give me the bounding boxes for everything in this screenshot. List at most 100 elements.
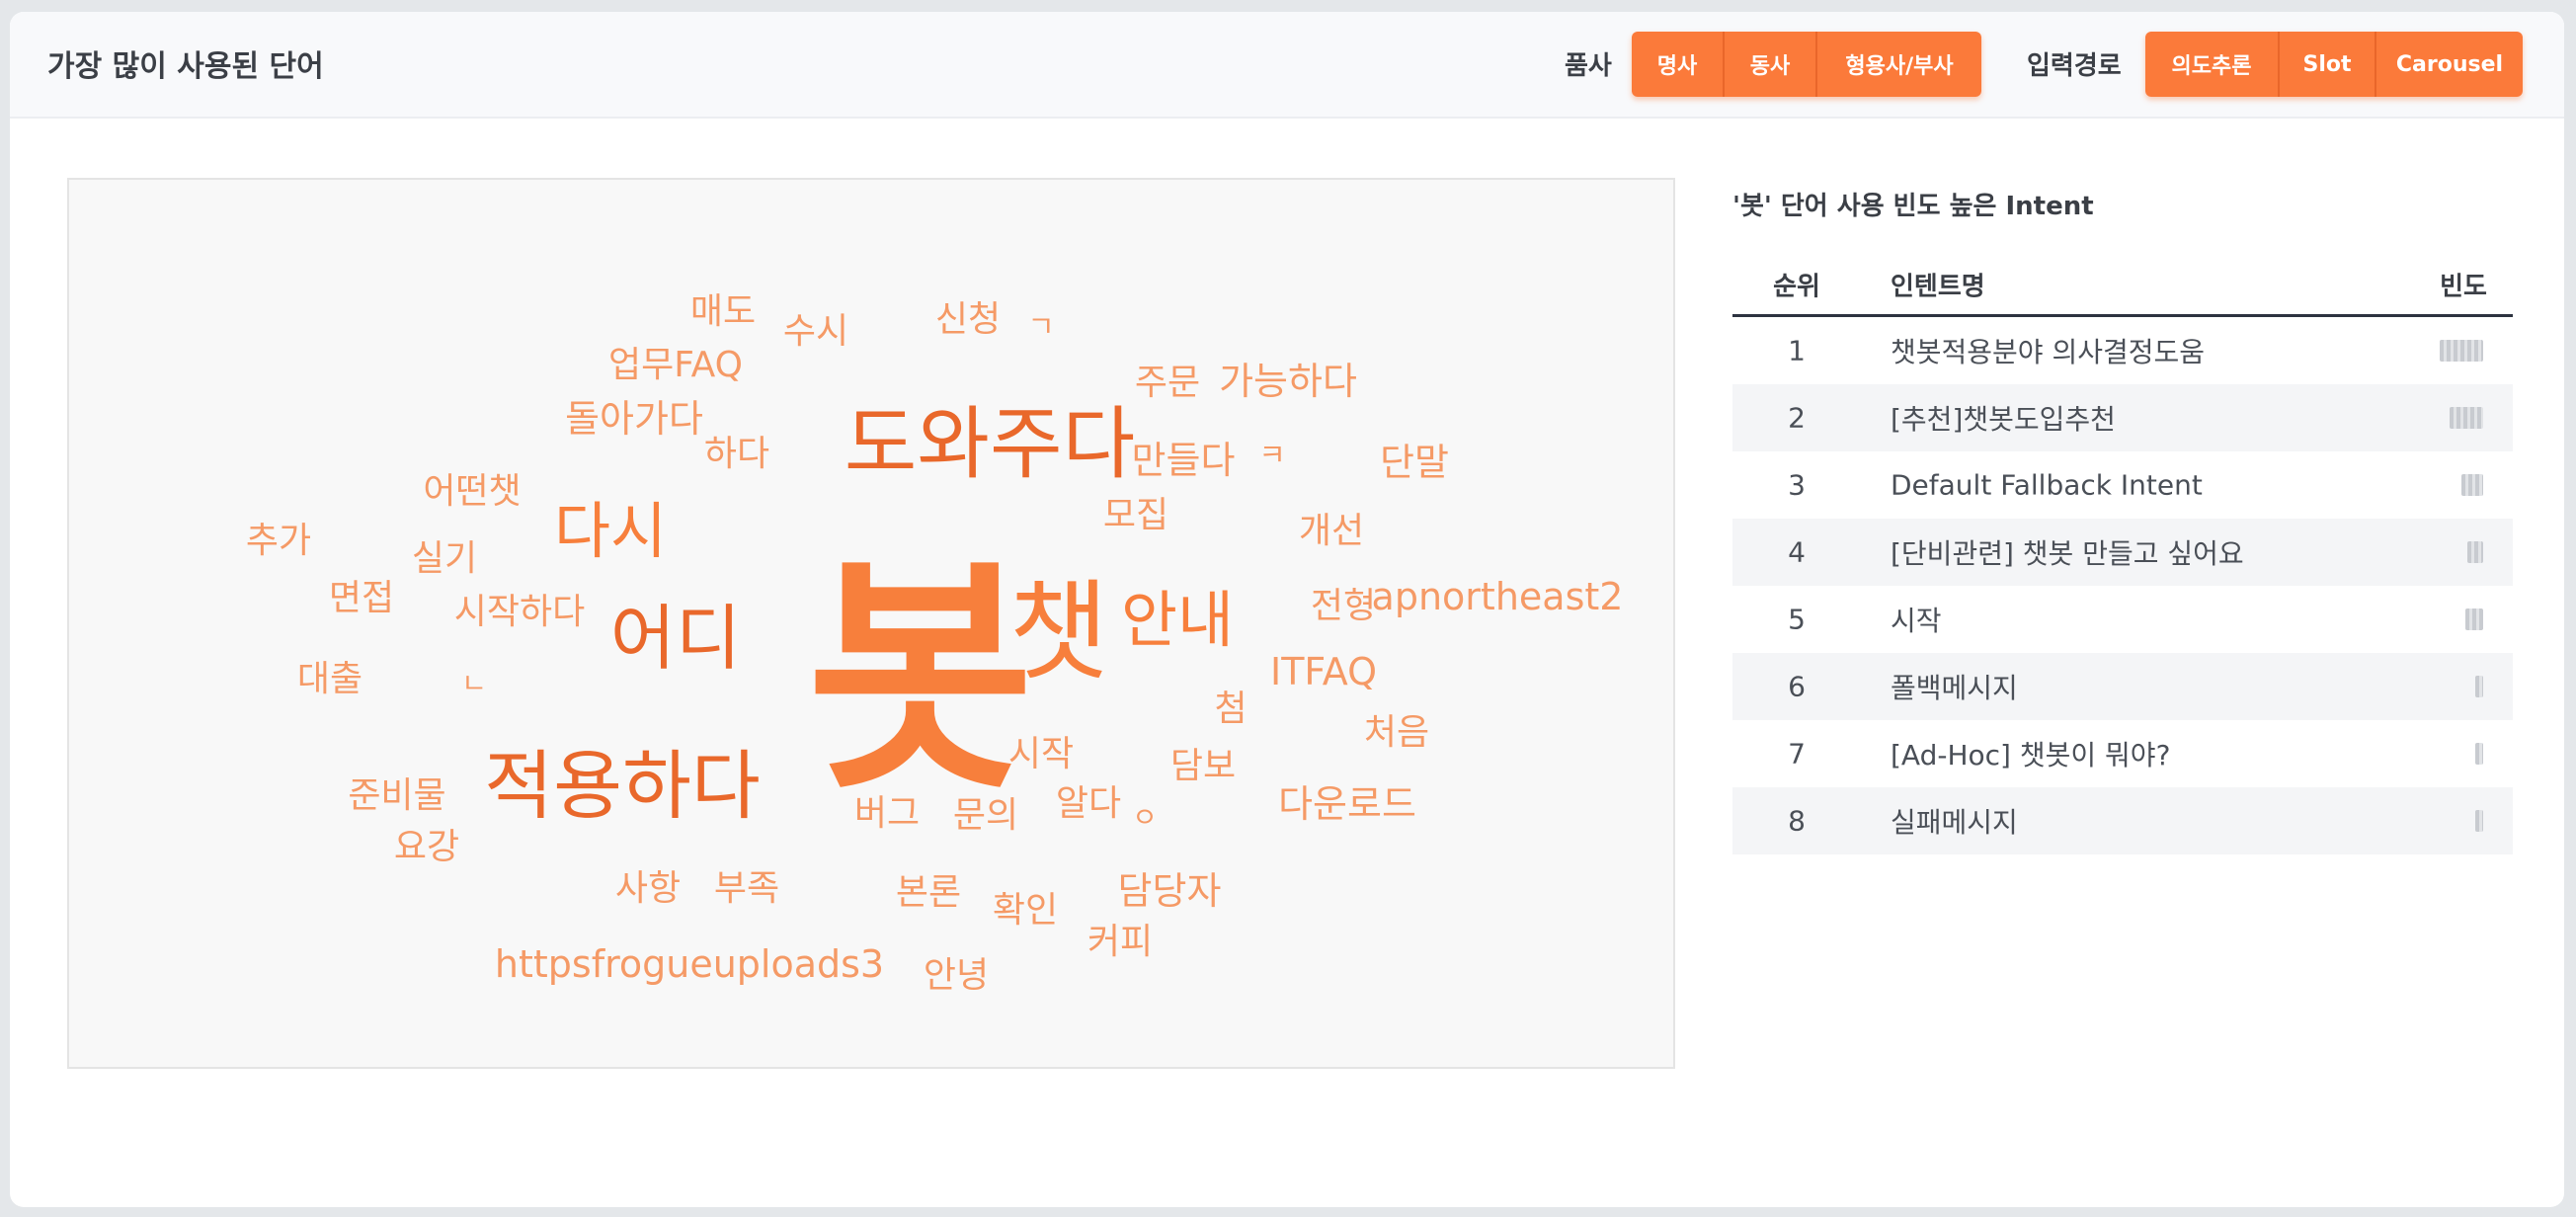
cloud-word: 다시 bbox=[553, 495, 668, 567]
input-path-group: 의도추론 Slot Carousel bbox=[2145, 32, 2523, 97]
table-row[interactable]: 5 시작 bbox=[1732, 586, 2513, 653]
cloud-word: 모집 bbox=[1102, 495, 1169, 535]
cloud-word: 매도 bbox=[689, 291, 757, 332]
cloud-word: 어떤챗 bbox=[423, 471, 522, 512]
cloud-word: apnortheast2 bbox=[1371, 575, 1624, 618]
cloud-word: 챗 bbox=[1008, 569, 1109, 695]
input-path-label: 입력경로 bbox=[2027, 51, 2122, 81]
table-row[interactable]: 4 [단비관련] 챗봇 만들고 싶어요 bbox=[1732, 519, 2513, 586]
cloud-word: 만들다 bbox=[1131, 439, 1236, 482]
cloud-word: 돌아가다 bbox=[565, 397, 703, 441]
table-row[interactable]: 3 Default Fallback Intent bbox=[1732, 451, 2513, 519]
cloud-word: 시작 bbox=[1007, 734, 1075, 774]
col-rank-header: 순위 bbox=[1773, 272, 1820, 302]
cloud-word: 부족 bbox=[713, 868, 780, 909]
frequency-redacted bbox=[2450, 407, 2483, 429]
cloud-word: 알다 bbox=[1055, 783, 1122, 824]
cloud-word: 단말 bbox=[1380, 441, 1449, 484]
intent-name-cell: 실패메시지 bbox=[1891, 806, 2018, 839]
cloud-word: 어디 bbox=[609, 597, 742, 680]
frequency-redacted bbox=[2475, 676, 2483, 697]
cloud-word: 사항 bbox=[614, 868, 682, 909]
col-intent-header: 인텐트명 bbox=[1891, 272, 1985, 302]
frequency-redacted bbox=[2475, 810, 2483, 832]
cloud-word: ㄱ bbox=[1027, 310, 1055, 345]
table-row[interactable]: 7 [Ad-Hoc] 챗봇이 뭐야? bbox=[1732, 720, 2513, 787]
cloud-word: 실기 bbox=[411, 538, 478, 579]
cloud-word: httpsfrogueuploads3 bbox=[494, 942, 885, 986]
cloud-word: 문의 bbox=[952, 795, 1019, 836]
frequency-redacted bbox=[2465, 608, 2483, 630]
cloud-word: ㄴ bbox=[461, 667, 487, 699]
cloud-word: 담보 bbox=[1169, 746, 1237, 786]
word-usage-card: 가장 많이 사용된 단어 품사 명사 동사 형용사/부사 입력경로 의도추론 S… bbox=[10, 12, 2564, 1207]
card-title: 가장 많이 사용된 단어 bbox=[47, 49, 324, 84]
cloud-word: 안녕 bbox=[923, 955, 990, 996]
cloud-word: 처음 bbox=[1363, 712, 1430, 753]
intent-name-cell: 폴백메시지 bbox=[1891, 672, 2018, 704]
intent-name-cell: 챗봇적용분야 의사결정도움 bbox=[1891, 336, 2206, 368]
table-row[interactable]: 6 폴백메시지 bbox=[1732, 653, 2513, 720]
cloud-word: 담당자 bbox=[1117, 869, 1222, 913]
cloud-word: 확인 bbox=[992, 890, 1059, 931]
table-row[interactable]: 1 챗봇적용분야 의사결정도움 bbox=[1732, 317, 2513, 384]
intent-table: 순위 인텐트명 빈도 1 챗봇적용분야 의사결정도움 2 [추천]챗봇도입추천 3 Def… bbox=[1732, 255, 2513, 854]
pos-verb-button[interactable]: 동사 bbox=[1725, 32, 1817, 97]
intent-name-cell: Default Fallback Intent bbox=[1891, 468, 2203, 502]
cloud-word: 안내 bbox=[1120, 584, 1235, 656]
frequency-redacted bbox=[2467, 541, 2483, 563]
cloud-word: 가능하다 bbox=[1219, 360, 1357, 403]
pos-noun-button[interactable]: 명사 bbox=[1632, 32, 1725, 97]
cloud-word: 본론 bbox=[895, 872, 962, 913]
frequency-redacted bbox=[2440, 340, 2483, 362]
pos-filter-label: 품사 bbox=[1565, 51, 1612, 81]
rank-cell: 5 bbox=[1788, 603, 1806, 636]
path-intent-button[interactable]: 의도추론 bbox=[2145, 32, 2280, 97]
rank-cell: 1 bbox=[1788, 334, 1806, 367]
cloud-word: 요강 bbox=[393, 827, 460, 867]
table-row[interactable]: 8 실패메시지 bbox=[1732, 787, 2513, 854]
col-freq-header: 빈도 bbox=[2440, 272, 2487, 302]
rank-cell: 6 bbox=[1788, 670, 1806, 703]
word-cloud: 봇 챗 도와주다 적용하다 어디 안내 다시 매도 수시 신청 ㄱ 업무FAQ 주문 가능하다 돌아가다 하다… bbox=[67, 178, 1675, 1069]
cloud-word: 추가 bbox=[245, 521, 312, 561]
cloud-word: 적용하다 bbox=[484, 742, 761, 830]
cloud-word: 시작하다 bbox=[453, 592, 586, 632]
pos-filter-group: 명사 동사 형용사/부사 bbox=[1632, 32, 1981, 97]
cloud-word: 면접 bbox=[328, 578, 395, 618]
cloud-word: 첨 bbox=[1214, 689, 1248, 729]
rank-cell: 4 bbox=[1788, 535, 1806, 569]
table-row[interactable]: 2 [추천]챗봇도입추천 bbox=[1732, 384, 2513, 451]
frequency-redacted bbox=[2461, 474, 2483, 496]
card-header: 가장 많이 사용된 단어 품사 명사 동사 형용사/부사 입력경로 의도추론 S… bbox=[10, 12, 2564, 119]
intent-name-cell: 시작 bbox=[1891, 605, 1942, 637]
frequency-redacted bbox=[2475, 743, 2483, 765]
path-slot-button[interactable]: Slot bbox=[2280, 32, 2376, 97]
rank-cell: 3 bbox=[1788, 468, 1806, 502]
cloud-word: 도와주다 bbox=[844, 398, 1136, 490]
cloud-word: 대출 bbox=[296, 659, 363, 699]
cloud-word: 봇 bbox=[807, 535, 1034, 823]
table-header: 순위 인텐트명 빈도 bbox=[1732, 255, 2513, 317]
pos-adj-adv-button[interactable]: 형용사/부사 bbox=[1817, 32, 1981, 97]
rank-cell: 2 bbox=[1788, 401, 1806, 435]
cloud-word: 수시 bbox=[782, 311, 849, 352]
rank-cell: 7 bbox=[1788, 737, 1806, 771]
cloud-word: 커피 bbox=[1087, 922, 1154, 962]
cloud-word: 다운로드 bbox=[1278, 782, 1416, 826]
cloud-word: 개선 bbox=[1298, 511, 1365, 551]
cloud-word: 전형 bbox=[1310, 586, 1377, 626]
cloud-word: ㅋ bbox=[1258, 439, 1286, 473]
rank-cell: 8 bbox=[1788, 804, 1806, 838]
path-carousel-button[interactable]: Carousel bbox=[2376, 32, 2523, 97]
cloud-word: ITFAQ bbox=[1269, 650, 1378, 693]
cloud-word: ㅇ bbox=[1132, 801, 1158, 834]
cloud-word: 하다 bbox=[703, 434, 770, 474]
intent-name-cell: [단비관련] 챗봇 만들고 싶어요 bbox=[1891, 537, 2244, 570]
intent-name-cell: [추천]챗봇도입추천 bbox=[1891, 403, 2116, 436]
cloud-word: 버그 bbox=[853, 793, 921, 834]
cloud-word: 준비물 bbox=[348, 775, 446, 816]
cloud-word: 주문 bbox=[1134, 363, 1201, 403]
intent-name-cell: [Ad-Hoc] 챗봇이 뭐야? bbox=[1891, 739, 2171, 771]
intent-table-title: '봇' 단어 사용 빈도 높은 Intent bbox=[1732, 192, 2094, 221]
